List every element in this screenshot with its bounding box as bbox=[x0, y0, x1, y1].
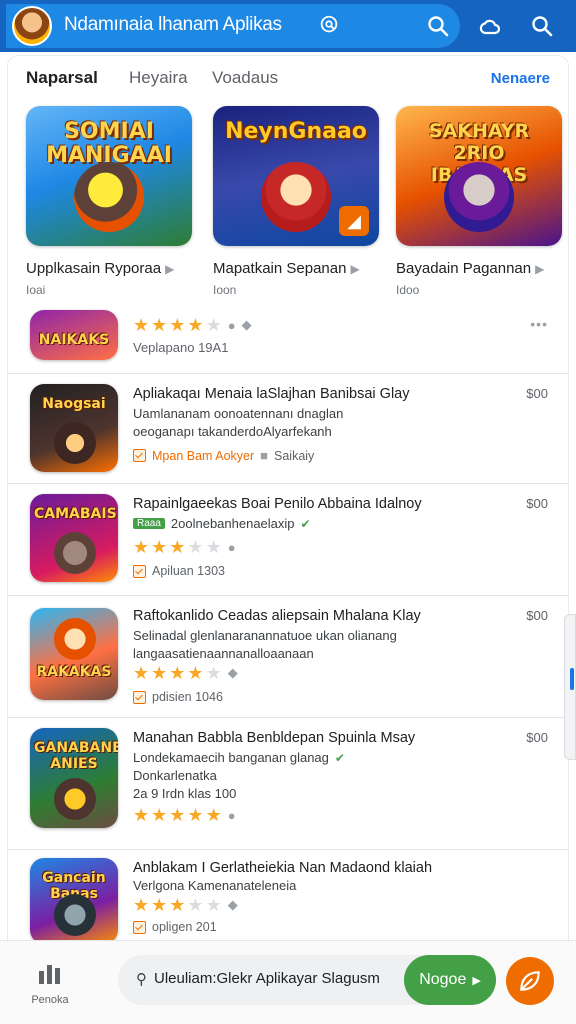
chevron-right-icon: ▶ bbox=[350, 262, 360, 276]
app-desc-line: 2oolnebanhenaelaxip bbox=[170, 516, 295, 531]
chat-search-icon[interactable] bbox=[318, 14, 340, 41]
info-icon: ● bbox=[227, 317, 236, 333]
app-desc-line: Selinadal glenlanaranannatuoe ukan olian… bbox=[133, 628, 397, 643]
featured-name: Mapatkain Sepanan bbox=[213, 260, 347, 277]
app-title: Manahan Babbla Benbldepan Spuinla Msay bbox=[133, 730, 416, 746]
rating-stars: ★ ★ ★ ★ ★ bbox=[133, 895, 222, 915]
bottom-bar: Penoka ⚲ Uleuliam:Glekr Aplikayar Slagus… bbox=[0, 940, 576, 1024]
app-icon[interactable]: GANABANE ANIES bbox=[30, 728, 118, 828]
orange-badge-icon: ◢ bbox=[339, 206, 369, 236]
tab-bar: Naparsal Heyaira Voadaus Nenaere bbox=[8, 56, 568, 102]
price: $00 bbox=[526, 496, 548, 511]
app-tag: Mpan Bam Aokyer bbox=[152, 448, 255, 463]
info-icon: ● bbox=[227, 807, 236, 823]
app-meta: pdisien 1046 bbox=[152, 690, 223, 704]
price: $00 bbox=[526, 386, 548, 401]
app-desc-line: oeoganapı takanderdoAlyarfekanh bbox=[133, 424, 332, 439]
checkbox-icon bbox=[133, 449, 146, 462]
tab-2[interactable]: Voadaus bbox=[212, 68, 278, 88]
scrollbar-thumb[interactable] bbox=[570, 668, 574, 690]
see-more-link[interactable]: Nenaere bbox=[491, 70, 550, 87]
app-artwork[interactable]: SOMIAI MANIGAAI bbox=[26, 106, 192, 246]
app-desc-line: Verlgona Kamenanateleneia bbox=[133, 878, 297, 893]
app-desc-line: langaasatienaannanalloaanaan bbox=[133, 646, 314, 661]
app-tag-secondary: Saikaiy bbox=[274, 448, 315, 463]
top-app-bar: Ndamınaia lhanam Aplikas bbox=[0, 0, 576, 52]
app-icon[interactable]: NAIKAKS bbox=[30, 310, 118, 360]
list-item[interactable]: CAMABAIS Rapainlgaeekas Boai Penilo Abba… bbox=[8, 484, 568, 594]
square-icon: ■ bbox=[260, 448, 268, 463]
play-arrow-icon: ▶ bbox=[472, 974, 481, 987]
check-icon: ✔ bbox=[300, 516, 311, 531]
content-card: Naparsal Heyaira Voadaus Nenaere SOMIAI … bbox=[8, 56, 568, 940]
rating-stars: ★ ★ ★ ★ ★ bbox=[133, 663, 222, 683]
checkbox-icon bbox=[133, 690, 146, 704]
rating-stars: ★ ★ ★ ★ ★ bbox=[133, 805, 222, 825]
list-item[interactable]: Naogsai Apliakaqaı Menaia laSlajhan Bani… bbox=[8, 374, 568, 482]
check-icon: ✔ bbox=[334, 750, 345, 765]
price: $00 bbox=[526, 608, 548, 623]
leaf-icon bbox=[520, 971, 540, 991]
app-desc-line: Uamlananam oonoatennanı dnaglan bbox=[133, 406, 344, 421]
app-title: Raftokanlido Ceadas aliepsain Mhalana Kl… bbox=[133, 608, 421, 624]
featured-name: Bayadain Pagannan bbox=[396, 260, 532, 277]
app-title: Apliakaqaı Menaia laSlajhan Banibsai Gla… bbox=[133, 386, 410, 402]
featured-sub: Ioon bbox=[213, 283, 237, 297]
chevron-right-icon: ▶ bbox=[535, 262, 545, 276]
tag-icon: ◆ bbox=[227, 665, 238, 680]
bar-chart-icon bbox=[39, 965, 60, 984]
go-button[interactable]: Nogoe ▶ bbox=[404, 955, 496, 1005]
featured-app-0[interactable]: SOMIAI MANIGAAI Upplkasain Ryporaa ▶ Ioai bbox=[26, 106, 194, 297]
list-item[interactable]: GANABANE ANIES Manahan Babbla Benbldepan… bbox=[8, 718, 568, 848]
info-icon: ● bbox=[227, 539, 236, 555]
nav-charts[interactable]: Penoka bbox=[28, 961, 72, 1006]
price: $00 bbox=[526, 730, 548, 745]
app-artwork[interactable]: NeynGnaao ◢ bbox=[213, 106, 379, 246]
checkbox-icon bbox=[133, 564, 146, 578]
app-desc-line: Londekamaecih banganan glanag bbox=[133, 750, 329, 765]
app-meta: Veplapano 19A1 bbox=[133, 340, 229, 355]
tag-icon: ◆ bbox=[227, 897, 238, 912]
rating-stars: ★ ★ ★ ★ ★ bbox=[133, 537, 222, 557]
cloud-icon[interactable] bbox=[472, 8, 508, 44]
search-placeholder: Uleuliam:Glekr Aplikayar Slagusm bbox=[154, 970, 380, 987]
tag-icon: ◆ bbox=[241, 317, 252, 332]
search-icon[interactable] bbox=[524, 8, 560, 44]
featured-name: Upplkasain Ryporaa bbox=[26, 260, 162, 277]
app-artwork[interactable]: SAKHAYR 2RIO IBANNAS bbox=[396, 106, 562, 246]
app-title: Anblakam I Gerlatheiekia Nan Madaond kla… bbox=[133, 860, 433, 876]
tab-0[interactable]: Naparsal bbox=[26, 68, 98, 88]
featured-sub: Ioai bbox=[26, 283, 46, 297]
app-meta: opligen 201 bbox=[152, 920, 217, 934]
featured-app-1[interactable]: NeynGnaao ◢ Mapatkain Sepanan ▶ Ioon bbox=[213, 106, 381, 297]
list-item[interactable]: NAIKAKS ★ ★ ★ ★ ★ ● ◆ Veplapano 19A1 ••• bbox=[8, 306, 568, 374]
go-label: Nogoe bbox=[419, 971, 467, 988]
list-item[interactable]: RAKAKAS Raftokanlido Ceadas aliepsain Mh… bbox=[8, 596, 568, 716]
nav-label: Penoka bbox=[31, 994, 69, 1006]
app-title: Ndamınaia lhanam Aplikas bbox=[64, 14, 282, 35]
app-icon[interactable]: RAKAKAS bbox=[30, 608, 118, 700]
featured-app-2[interactable]: SAKHAYR 2RIO IBANNAS Bayadain Pagannan▶ … bbox=[396, 106, 564, 297]
app-desc-line: 2a 9 Irdn klas 100 bbox=[133, 786, 237, 801]
app-title: Rapainlgaeekas Boai Penilo Abbaina Idaln… bbox=[133, 496, 422, 512]
checkbox-icon bbox=[133, 920, 146, 934]
app-icon[interactable]: CAMABAIS bbox=[30, 494, 118, 582]
tab-1[interactable]: Heyaira bbox=[129, 68, 188, 88]
chevron-right-icon: ▶ bbox=[165, 262, 175, 276]
search-icon[interactable] bbox=[420, 8, 456, 44]
app-meta: Apiluan 1303 bbox=[152, 564, 225, 578]
green-badge: Raaa bbox=[133, 518, 165, 529]
featured-sub: Idoo bbox=[396, 283, 420, 297]
more-options-icon[interactable]: ••• bbox=[530, 316, 548, 332]
app-icon[interactable]: Naogsai bbox=[30, 384, 118, 472]
search-icon: ⚲ bbox=[136, 971, 147, 988]
list-item[interactable]: Gancain Banas Anblakam I Gerlatheiekia N… bbox=[8, 850, 568, 940]
app-icon[interactable]: Gancain Banas bbox=[30, 858, 118, 940]
app-desc-line: Donkarlenatka bbox=[133, 768, 217, 783]
avatar[interactable] bbox=[12, 6, 52, 46]
compose-fab[interactable] bbox=[506, 957, 554, 1005]
rating-stars: ★ ★ ★ ★ ★ bbox=[133, 315, 222, 335]
